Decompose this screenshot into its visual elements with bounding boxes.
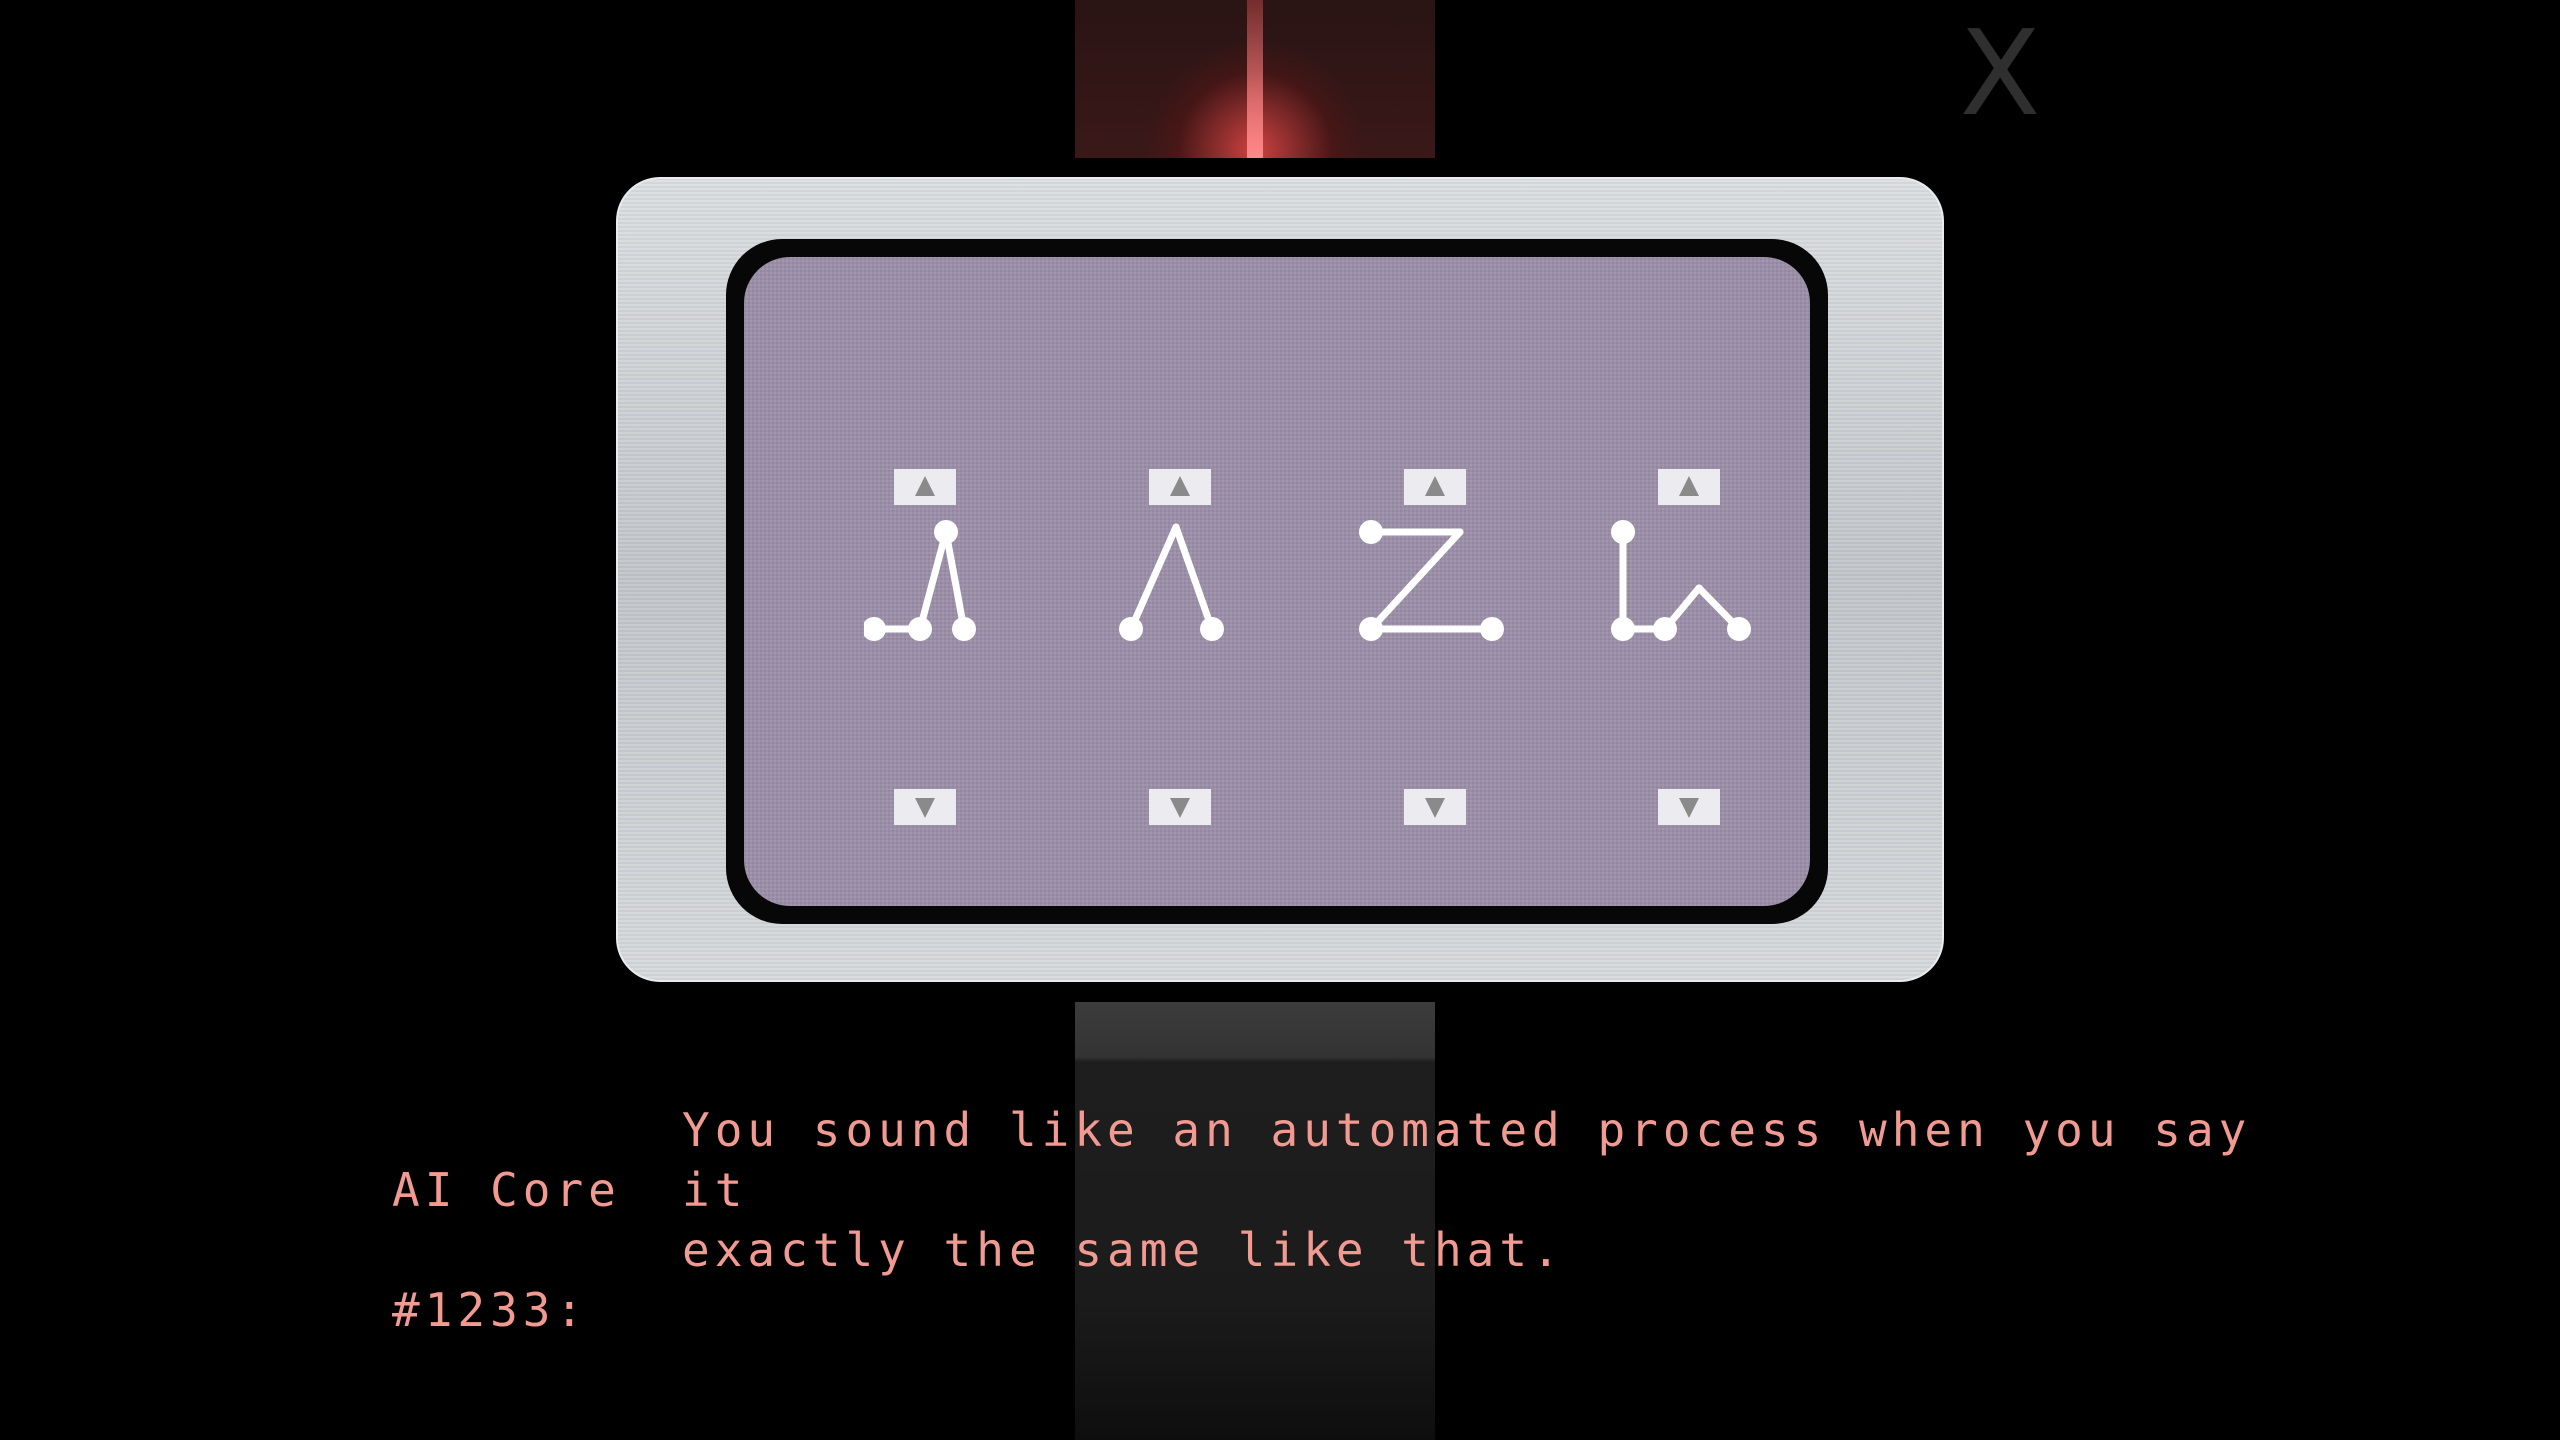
down-arrow-icon bbox=[1170, 798, 1190, 818]
dialogue-line-1: You sound like an automated process when… bbox=[682, 1103, 2252, 1217]
glyph-4-icon bbox=[1611, 520, 1751, 641]
glyph-1-down-button[interactable] bbox=[894, 789, 956, 825]
glyph-4-down-button[interactable] bbox=[1658, 789, 1720, 825]
down-arrow-icon bbox=[915, 798, 935, 818]
screen-frame bbox=[726, 239, 1828, 924]
dialogue-box: AI Core #1233: You sound like an automat… bbox=[392, 1100, 2292, 1337]
red-light-beam bbox=[1247, 0, 1263, 158]
glyph-2-icon bbox=[1119, 523, 1224, 641]
speaker-name: AI Core #1233: bbox=[392, 1100, 672, 1400]
down-arrow-icon bbox=[1679, 798, 1699, 818]
glyph-3-up-button[interactable] bbox=[1404, 469, 1466, 505]
dialogue-line-2: exactly the same like that. bbox=[682, 1223, 1565, 1277]
glyph-1-up-button[interactable] bbox=[894, 469, 956, 505]
light-pillar-top bbox=[1075, 0, 1435, 158]
speaker-line-1: AI Core bbox=[392, 1163, 621, 1217]
down-arrow-icon bbox=[1425, 798, 1445, 818]
dialogue-text: You sound like an automated process when… bbox=[682, 1100, 2282, 1280]
up-arrow-icon bbox=[1679, 476, 1699, 496]
speaker-line-2: #1233: bbox=[392, 1283, 589, 1337]
glyph-3-icon bbox=[1359, 520, 1504, 641]
up-arrow-icon bbox=[1425, 476, 1445, 496]
close-button[interactable]: X bbox=[1955, 14, 2045, 132]
glyph-2-down-button[interactable] bbox=[1149, 789, 1211, 825]
up-arrow-icon bbox=[915, 476, 935, 496]
glyph-4-up-button[interactable] bbox=[1658, 469, 1720, 505]
puzzle-screen bbox=[744, 257, 1810, 906]
glyph-1-icon bbox=[864, 520, 976, 641]
up-arrow-icon bbox=[1170, 476, 1190, 496]
glyph-3-down-button[interactable] bbox=[1404, 789, 1466, 825]
glyph-2-up-button[interactable] bbox=[1149, 469, 1211, 505]
device-panel bbox=[616, 177, 1944, 982]
